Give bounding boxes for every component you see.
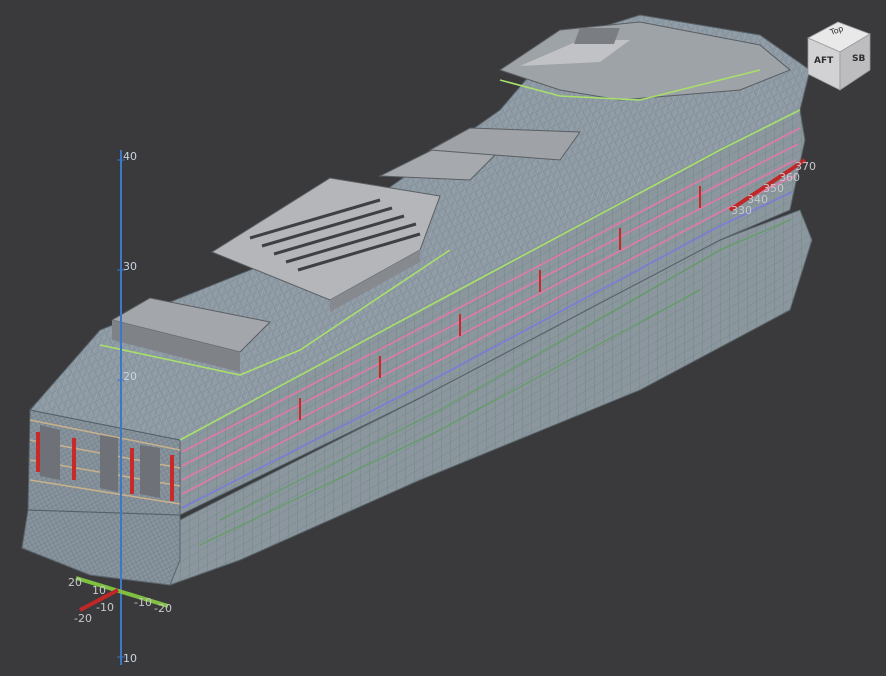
3d-viewport[interactable]: 40 30 20 10 370 360 350 340 330 20 10 -1…	[0, 0, 886, 672]
origin-green-label-10: 10	[92, 584, 106, 597]
vertical-axis-label-20: 20	[123, 370, 137, 383]
origin-green-label-neg10: -10	[134, 596, 152, 609]
vertical-axis-label-40: 40	[123, 150, 137, 163]
origin-green-label-neg20: -20	[154, 602, 172, 615]
origin-red-label-neg20: -20	[74, 612, 92, 625]
vertical-axis-label-10: 10	[123, 652, 137, 665]
vertical-axis-label-30: 30	[123, 260, 137, 273]
origin-green-label-20: 20	[68, 576, 82, 589]
long-axis-label-330: 330	[731, 204, 752, 217]
origin-red-label-neg10: -10	[96, 601, 114, 614]
view-cube[interactable]: Top AFT SB	[800, 18, 876, 92]
ship-model[interactable]	[21, 14, 813, 586]
